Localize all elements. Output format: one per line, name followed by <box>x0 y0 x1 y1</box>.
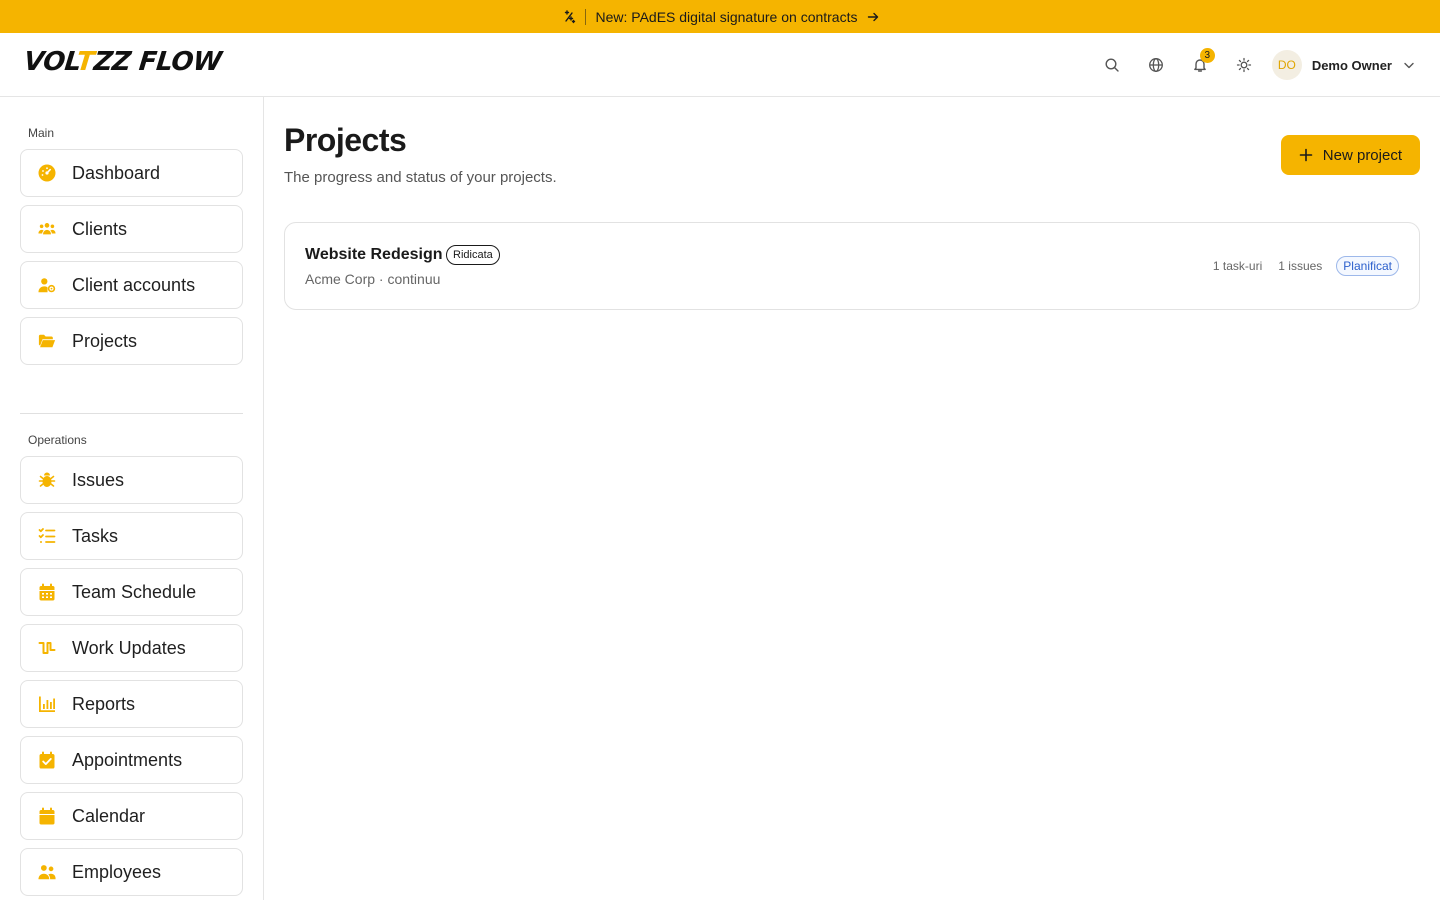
sidebar-item-label: Issues <box>72 469 125 490</box>
sidebar-item-projects[interactable]: Projects <box>20 317 243 365</box>
calendar-check-icon <box>37 750 57 770</box>
sidebar-item-label: Clients <box>72 218 128 239</box>
sidebar-item-label: Projects <box>72 330 138 351</box>
logo-part: ZZ FLOW <box>92 47 223 77</box>
sidebar-item-label: Work Updates <box>72 637 186 658</box>
announcement-bar[interactable]: New: PAdES digital signature on contract… <box>0 0 1440 33</box>
theme-toggle-button[interactable] <box>1222 43 1266 87</box>
avatar: DO <box>1271 50 1302 80</box>
plus-icon <box>1299 148 1313 162</box>
new-project-button[interactable]: New project <box>1280 135 1420 175</box>
brand-logo[interactable]: VOLTZZ FLOW <box>22 47 222 77</box>
sidebar-item-calendar[interactable]: Calendar <box>20 792 243 840</box>
project-card[interactable]: Website Redesign Ridicata Acme Corp · co… <box>284 222 1420 310</box>
list-check-icon <box>37 526 57 546</box>
sidebar-item-label: Reports <box>72 693 136 714</box>
announcement-divider <box>584 8 586 25</box>
sidebar-item-label: Tasks <box>72 525 119 546</box>
bar-chart-icon <box>37 694 57 714</box>
sidebar-item-employees[interactable]: Employees <box>20 848 243 896</box>
sidebar-item-reports[interactable]: Reports <box>20 680 243 728</box>
bug-icon <box>37 470 57 490</box>
notifications-button[interactable]: 3 <box>1178 43 1222 87</box>
sidebar-item-team-schedule[interactable]: Team Schedule <box>20 568 243 616</box>
project-issue-count: 1 issues <box>1278 259 1323 273</box>
user-name: Demo Owner <box>1311 57 1392 73</box>
sidebar-item-label: Employees <box>72 861 162 882</box>
sidebar-item-label: Calendar <box>72 805 146 826</box>
chevron-down-icon <box>1402 58 1416 72</box>
search-icon <box>1105 58 1119 72</box>
folder-open-icon <box>37 331 57 351</box>
status-badge: Planificat <box>1336 256 1399 276</box>
sidebar-item-tasks[interactable]: Tasks <box>20 512 243 560</box>
sidebar-item-label: Dashboard <box>72 162 161 183</box>
new-project-label: New project <box>1322 146 1402 164</box>
calendar-icon <box>37 806 57 826</box>
top-bar: VOLTZZ FLOW 3 DO Demo Owner <box>0 33 1440 97</box>
sidebar-item-client-accounts[interactable]: Client accounts <box>20 261 243 309</box>
top-actions: 3 DO Demo Owner <box>1090 33 1416 97</box>
sidebar-item-appointments[interactable]: Appointments <box>20 736 243 784</box>
user-menu[interactable]: DO Demo Owner <box>1271 50 1416 80</box>
language-button[interactable] <box>1134 43 1178 87</box>
announcement-text: New: PAdES digital signature on contract… <box>595 8 858 25</box>
page-subtitle: The progress and status of your projects… <box>284 169 557 186</box>
project-name: Website Redesign <box>305 246 443 263</box>
sparkles-icon <box>561 9 577 25</box>
sidebar-item-issues[interactable]: Issues <box>20 456 243 504</box>
project-task-count: 1 task-uri <box>1212 259 1263 273</box>
sidebar-item-work-updates[interactable]: Work Updates <box>20 624 243 672</box>
sidebar-item-dashboard[interactable]: Dashboard <box>20 149 243 197</box>
search-button[interactable] <box>1090 43 1134 87</box>
users-icon <box>37 219 57 239</box>
pulse-icon <box>37 638 57 658</box>
arrow-right-icon <box>866 10 880 24</box>
priority-badge: Ridicata <box>446 245 500 265</box>
logo-part: VOL <box>22 47 79 77</box>
sun-icon <box>1236 57 1251 73</box>
project-meta: Acme Corp · continuu <box>305 271 441 287</box>
calendar-grid-icon <box>37 582 57 602</box>
sidebar-item-clients[interactable]: Clients <box>20 205 243 253</box>
globe-icon <box>1148 58 1163 72</box>
main-content: Projects The progress and status of your… <box>264 97 1440 900</box>
project-stats: 1 task-uri 1 issues Planificat <box>1213 256 1399 276</box>
sidebar-section-operations: Operations <box>28 433 87 447</box>
sidebar-divider <box>20 413 243 414</box>
sidebar-item-label: Appointments <box>72 749 183 770</box>
sidebar-item-label: Team Schedule <box>72 581 197 602</box>
sidebar: Main Dashboard Clients Client accounts P… <box>0 97 264 900</box>
sidebar-section-main: Main <box>28 126 55 140</box>
gauge-icon <box>37 163 57 183</box>
user-group-icon <box>37 862 57 882</box>
user-gear-icon <box>37 275 57 295</box>
sidebar-item-label: Client accounts <box>72 274 196 295</box>
notification-count-badge: 3 <box>1199 48 1215 63</box>
page-title: Projects <box>284 122 407 158</box>
